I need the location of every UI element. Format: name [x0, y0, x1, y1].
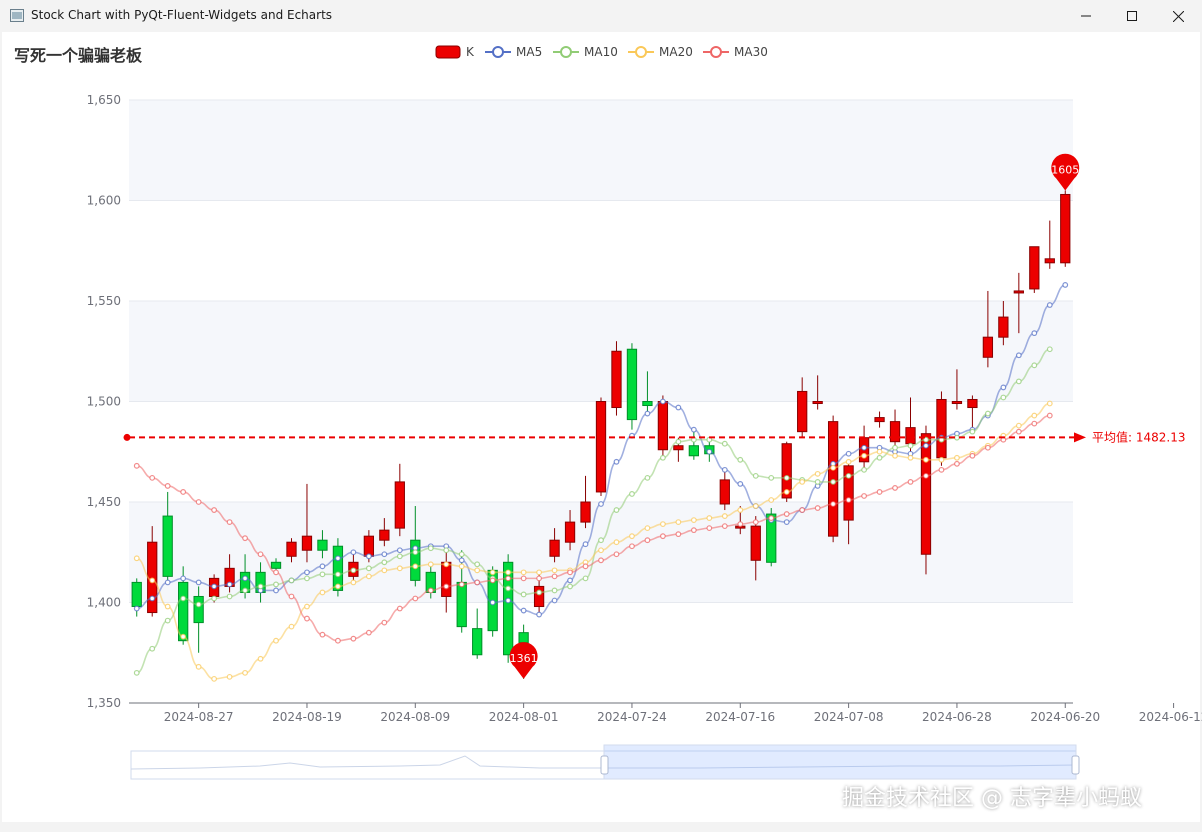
maximize-icon [1127, 11, 1137, 21]
chart-title: 写死一个骗骗老板 [14, 46, 143, 65]
legend-ma30-label: MA30 [734, 45, 768, 59]
legend-ma10[interactable]: MA10 [553, 44, 618, 60]
legend-ma20-icon [628, 46, 654, 58]
minimize-button[interactable] [1063, 0, 1109, 32]
legend-ma5-icon [485, 46, 511, 58]
title-bar: Stock Chart with PyQt-Fluent-Widgets and… [0, 0, 1202, 32]
legend-k[interactable]: K [435, 44, 474, 60]
window-title: Stock Chart with PyQt-Fluent-Widgets and… [31, 8, 333, 22]
legend-ma30[interactable]: MA30 [703, 44, 768, 60]
chart-container [2, 32, 1200, 822]
close-button[interactable] [1155, 0, 1201, 32]
legend-k-icon [435, 45, 461, 59]
minimize-icon [1081, 15, 1091, 17]
close-icon [1172, 10, 1184, 22]
legend-ma10-label: MA10 [584, 45, 618, 59]
maximize-button[interactable] [1109, 0, 1155, 32]
legend-ma5[interactable]: MA5 [485, 44, 542, 60]
legend-ma30-icon [703, 46, 729, 58]
legend-ma20[interactable]: MA20 [628, 44, 693, 60]
app-icon [10, 9, 24, 22]
legend-ma10-icon [553, 46, 579, 58]
legend-ma20-label: MA20 [659, 45, 693, 59]
legend-k-label: K [466, 45, 474, 59]
legend-ma5-label: MA5 [516, 45, 543, 59]
watermark: 掘金技术社区 @ 志字辈小蚂蚁 [842, 786, 1142, 811]
